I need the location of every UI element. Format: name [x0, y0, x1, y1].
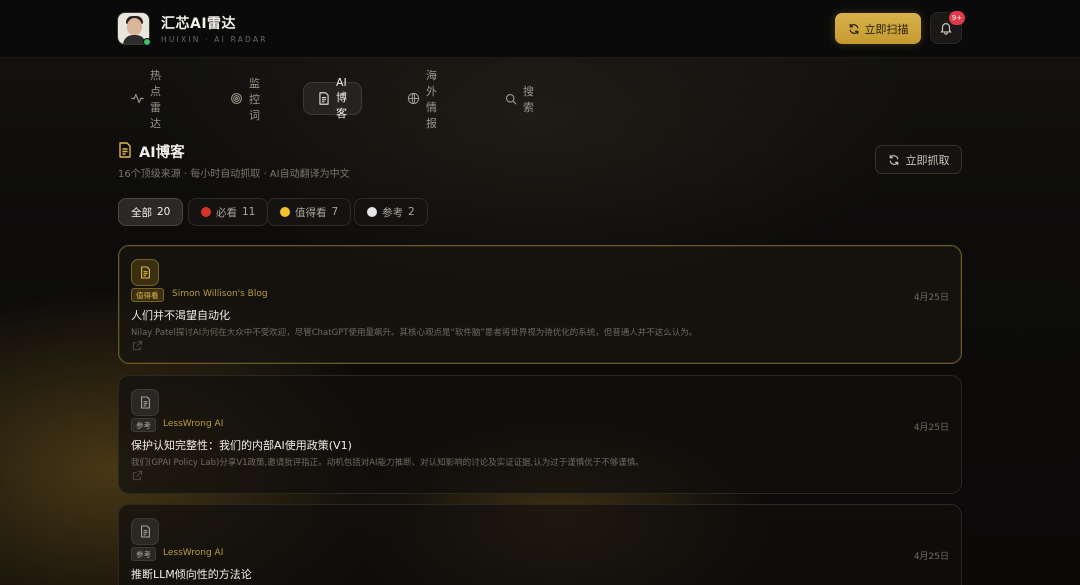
- globe-icon: [407, 92, 420, 105]
- document-icon: [119, 142, 131, 158]
- filter-count: 2: [408, 206, 415, 218]
- tab-label: 监控词: [249, 76, 260, 122]
- app-title: 汇芯AI雷达: [161, 16, 237, 32]
- target-icon: [231, 93, 242, 104]
- search-icon: [505, 93, 517, 104]
- top-bar: 汇芯AI雷达 HUIXIN · AI RADAR 立即扫描 9+: [0, 0, 1080, 58]
- post-date: 4月25日: [913, 552, 949, 562]
- source-name[interactable]: Simon Willison's Blog: [172, 289, 268, 299]
- tab-label: AI博客: [336, 76, 347, 120]
- scan-now-button[interactable]: 立即扫描: [835, 13, 921, 44]
- post-summary: Nilay Patel探讨AI为何在大众中不受欢迎，尽管ChatGPT使用量飙升…: [131, 328, 698, 338]
- priority-tag: 参考: [131, 418, 156, 432]
- filter-count: 20: [157, 206, 171, 218]
- tab-label: 海外情报: [426, 68, 437, 130]
- post-summary: 我们(GPAI Policy Lab)分享V1政策,邀请批评指正。动机包括对AI…: [131, 458, 644, 468]
- pulse-icon: [131, 93, 144, 104]
- blog-card[interactable]: 参考 LessWrong AI 4月25日 保护认知完整性：我们的内部AI使用政…: [118, 375, 962, 494]
- tab-monitor-words[interactable]: 监控词: [216, 77, 274, 122]
- external-link-icon[interactable]: [132, 340, 143, 351]
- filter-all[interactable]: 全部 20: [118, 198, 184, 226]
- section-title: AI博客: [139, 145, 185, 161]
- tab-label: 搜索: [523, 84, 534, 114]
- filter-worth-reading[interactable]: 值得看 7: [267, 198, 352, 226]
- blog-card[interactable]: 值得看 Simon Willison's Blog 4月25日 人们并不渴望自动…: [118, 245, 962, 364]
- source-name[interactable]: LessWrong AI: [163, 419, 223, 429]
- post-date: 4月25日: [913, 423, 949, 433]
- filter-label: 必看: [216, 206, 237, 219]
- filter-reference[interactable]: 参考 2: [354, 198, 428, 226]
- post-title[interactable]: 推断LLM倾向性的方法论: [131, 566, 252, 582]
- refresh-icon: [849, 23, 858, 34]
- post-date: 4月25日: [913, 293, 949, 303]
- document-icon: [131, 518, 159, 545]
- tab-overseas-intel[interactable]: 海外情报: [393, 69, 451, 130]
- white-circle-icon: [367, 207, 377, 217]
- filter-label: 全部: [131, 206, 152, 219]
- document-icon: [131, 389, 159, 416]
- document-icon: [131, 259, 159, 286]
- priority-tag: 值得看: [131, 288, 164, 302]
- document-icon: [319, 92, 329, 105]
- online-status-dot: [143, 38, 151, 46]
- notification-count-badge: 9+: [949, 11, 965, 25]
- tab-label: 热点雷达: [150, 68, 161, 130]
- red-circle-icon: [201, 207, 211, 217]
- filter-count: 11: [242, 206, 256, 218]
- scan-now-label: 立即扫描: [864, 22, 909, 36]
- filter-count: 7: [331, 206, 339, 218]
- fetch-now-label: 立即抓取: [905, 153, 950, 167]
- app-subtitle: HUIXIN · AI RADAR: [161, 35, 268, 44]
- priority-tag: 参考: [131, 547, 156, 561]
- post-title[interactable]: 保护认知完整性：我们的内部AI使用政策(V1): [131, 437, 352, 453]
- filter-label: 参考: [382, 206, 403, 219]
- external-link-icon[interactable]: [132, 470, 143, 481]
- refresh-icon: [889, 154, 898, 165]
- source-name[interactable]: LessWrong AI: [163, 548, 223, 558]
- filter-must-read[interactable]: 必看 11: [188, 198, 269, 226]
- blog-card[interactable]: 参考 LessWrong AI 4月25日 推断LLM倾向性的方法论: [118, 504, 962, 585]
- post-title[interactable]: 人们并不渴望自动化: [131, 307, 230, 323]
- yellow-circle-icon: [280, 207, 290, 217]
- filter-label: 值得看: [295, 206, 327, 219]
- tab-search[interactable]: 搜索: [491, 82, 548, 115]
- fetch-now-button[interactable]: 立即抓取: [875, 145, 962, 174]
- tab-hot-radar[interactable]: 热点雷达: [117, 69, 175, 130]
- tab-ai-blog[interactable]: AI博客: [303, 76, 362, 120]
- section-subtitle: 16个顶级来源 · 每小时自动抓取 · AI自动翻译为中文: [118, 169, 350, 180]
